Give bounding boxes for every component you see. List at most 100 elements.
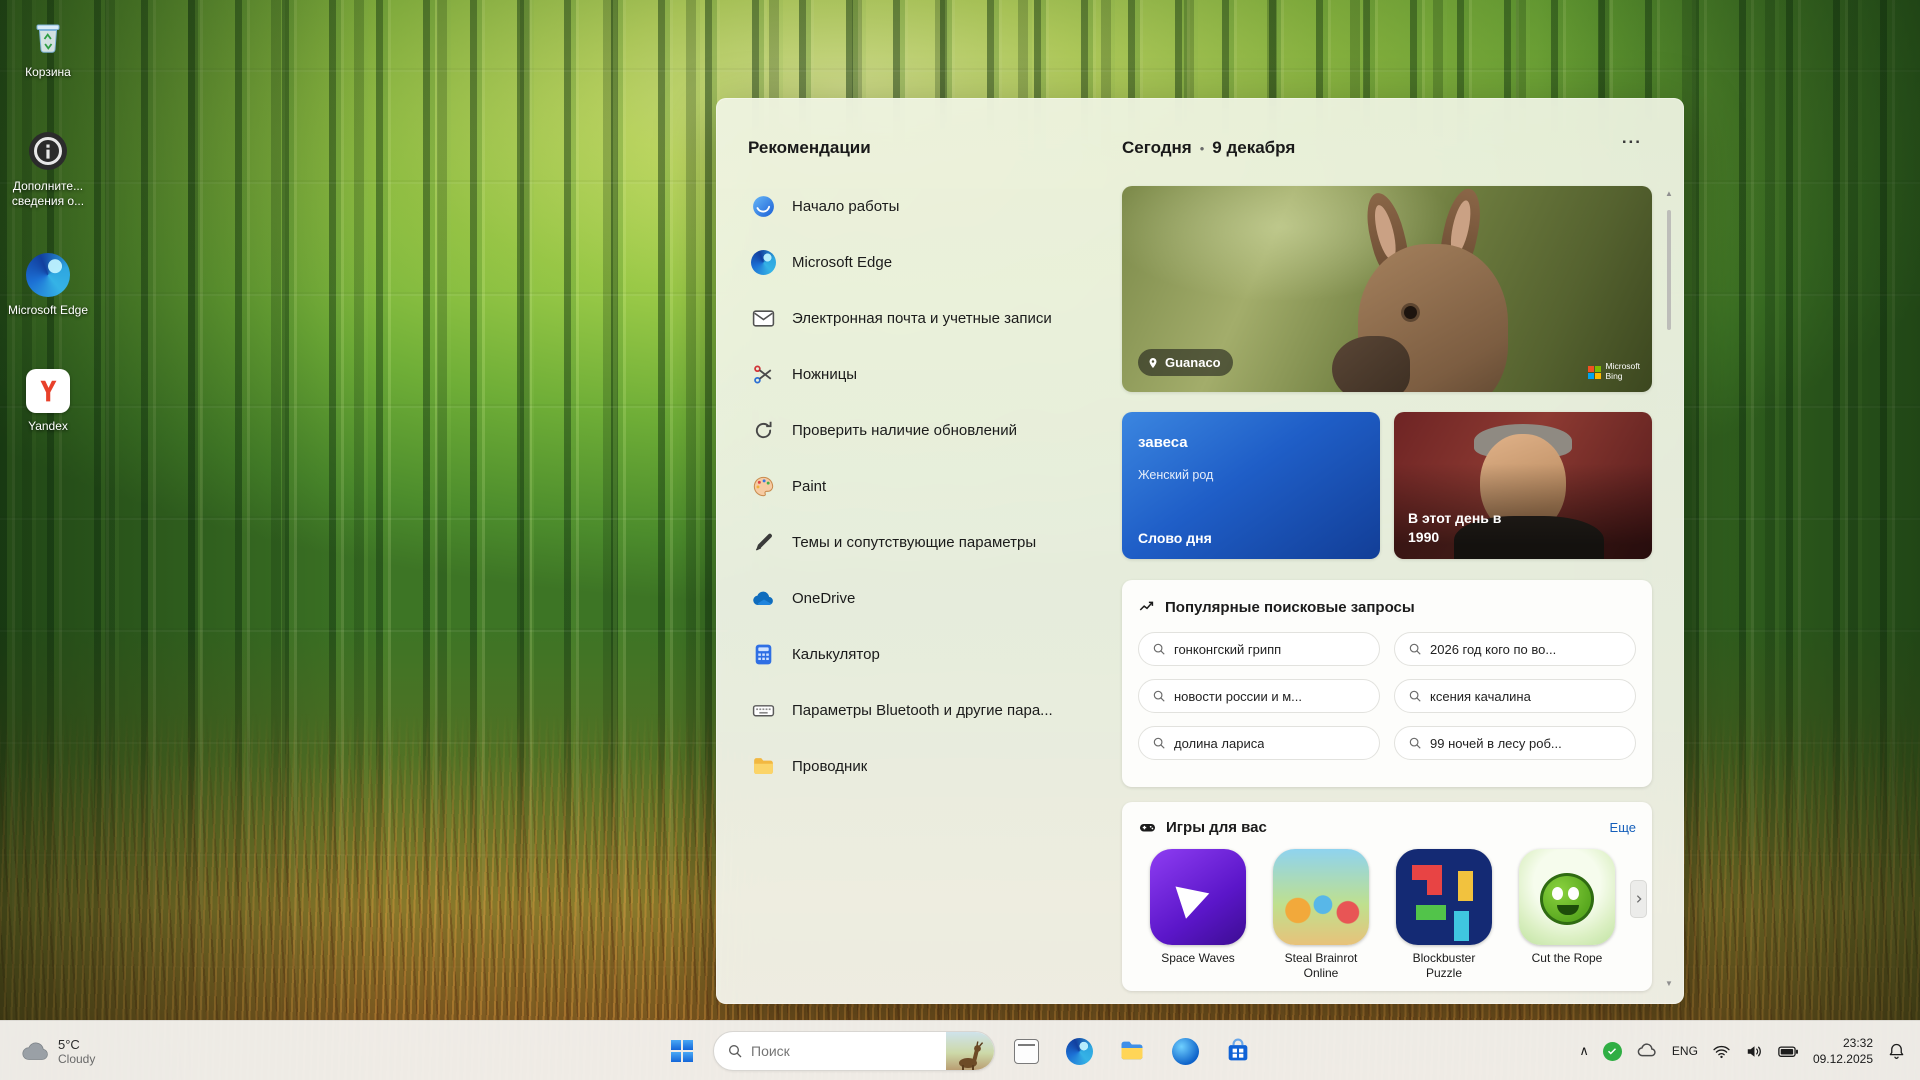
- notification-center-button[interactable]: [1881, 1031, 1912, 1071]
- recommendation-item-snipping-tool[interactable]: Ножницы: [740, 346, 1122, 402]
- recommendation-item-file-explorer[interactable]: Проводник: [740, 738, 1122, 794]
- deer-icon: [950, 1037, 990, 1071]
- game-tile-cut-the-rope[interactable]: Cut the Rope: [1519, 849, 1615, 981]
- recommendation-item-onedrive[interactable]: OneDrive: [740, 570, 1122, 626]
- taskbar-edge[interactable]: [1057, 1029, 1101, 1073]
- game-tile-space-waves[interactable]: Space Waves: [1150, 849, 1246, 981]
- trending-searches-card: Популярные поисковые запросы гонконгский…: [1122, 580, 1652, 787]
- tray-security-app[interactable]: [1597, 1031, 1628, 1071]
- start-panel: Рекомендации Начало работы Microsoft Edg…: [716, 98, 1684, 1004]
- weather-widget[interactable]: 5°C Cloudy: [10, 1021, 105, 1080]
- cut-the-rope-art: [1519, 849, 1615, 945]
- trending-query-button[interactable]: долина лариса: [1138, 726, 1380, 760]
- today-date: 9 декабря: [1212, 138, 1295, 157]
- recommendation-item-calculator[interactable]: Калькулятор: [740, 626, 1122, 682]
- recommendation-item-mail-accounts[interactable]: Электронная почта и учетные записи: [740, 290, 1122, 346]
- battery-icon: [1778, 1042, 1799, 1061]
- search-daily-image[interactable]: [946, 1031, 994, 1071]
- language-switcher[interactable]: ENG: [1666, 1031, 1704, 1071]
- game-title: Blockbuster Puzzle: [1396, 951, 1492, 981]
- recommendation-item-getting-started[interactable]: Начало работы: [740, 178, 1122, 234]
- desktop-icon-more-info[interactable]: Дополните... сведения о...: [2, 128, 94, 209]
- trending-icon: [1138, 598, 1156, 616]
- file-explorer-icon: [1118, 1037, 1146, 1065]
- microsoft-logo-icon: [1588, 366, 1601, 379]
- security-shield-icon: [1603, 1042, 1622, 1061]
- search-icon: [1408, 689, 1422, 703]
- app-window-icon: [1014, 1039, 1039, 1064]
- trending-queries: гонконгский грипп 2026 год кого по во...…: [1138, 632, 1636, 760]
- onedrive-icon: [750, 585, 776, 611]
- word-of-day-card[interactable]: завеса Женский род Слово дня: [1122, 412, 1380, 559]
- recommendation-label: Начало работы: [792, 198, 899, 215]
- bell-icon: [1887, 1042, 1906, 1061]
- search-icon: [1408, 736, 1422, 750]
- trending-query-button[interactable]: новости россии и м...: [1138, 679, 1380, 713]
- taskbar-browser[interactable]: [1163, 1029, 1207, 1073]
- taskbar-file-explorer[interactable]: [1110, 1029, 1154, 1073]
- tray-onedrive[interactable]: [1630, 1031, 1664, 1071]
- recommendation-label: Электронная почта и учетные записи: [792, 310, 1052, 327]
- taskbar-app-window[interactable]: [1004, 1029, 1048, 1073]
- edge-icon: [750, 249, 776, 275]
- taskbar-store[interactable]: [1216, 1029, 1260, 1073]
- daily-image-card[interactable]: Guanaco Microsoft Bing: [1122, 186, 1652, 392]
- recommendation-item-check-updates[interactable]: Проверить наличие обновлений: [740, 402, 1122, 458]
- recommendation-label: Проверить наличие обновлений: [792, 422, 1017, 439]
- weather-condition: Cloudy: [58, 1052, 95, 1066]
- widgets-scrollbar: ▲ ▼: [1662, 186, 1676, 990]
- recommendation-item-bluetooth-settings[interactable]: Параметры Bluetooth и другие пара...: [740, 682, 1122, 738]
- volume-button[interactable]: [1739, 1031, 1770, 1071]
- today-menu-button[interactable]: ...: [1622, 128, 1642, 148]
- scrollbar-thumb[interactable]: [1667, 210, 1671, 330]
- scroll-down-button[interactable]: ▼: [1662, 976, 1676, 990]
- desktop-icon-label: Корзина: [25, 65, 71, 80]
- query-label: 2026 год кого по во...: [1430, 642, 1556, 657]
- browser-icon: [1172, 1038, 1199, 1065]
- wifi-icon: [1712, 1042, 1731, 1061]
- word-of-day-caption: Слово дня: [1138, 530, 1212, 546]
- trending-query-button[interactable]: ксения качалина: [1394, 679, 1636, 713]
- recommendation-item-themes[interactable]: Темы и сопутствующие параметры: [740, 514, 1122, 570]
- speaker-icon: [1745, 1042, 1764, 1061]
- tray-time: 23:32: [1813, 1035, 1873, 1051]
- chevron-right-icon: [1634, 894, 1644, 904]
- search-input[interactable]: [751, 1043, 938, 1059]
- desktop-icon-edge[interactable]: Microsoft Edge: [2, 252, 94, 318]
- today-separator: •: [1200, 141, 1205, 156]
- game-tile-steal-brainrot[interactable]: Steal Brainrot Online: [1273, 849, 1369, 981]
- game-tile-blockbuster-puzzle[interactable]: Blockbuster Puzzle: [1396, 849, 1492, 981]
- trending-query-button[interactable]: 99 ночей в лесу роб...: [1394, 726, 1636, 760]
- trending-query-button[interactable]: 2026 год кого по во...: [1394, 632, 1636, 666]
- location-label: Guanaco: [1165, 355, 1221, 370]
- desktop-icon-yandex[interactable]: Yandex: [2, 368, 94, 434]
- trending-query-button[interactable]: гонконгский грипп: [1138, 632, 1380, 666]
- query-label: гонконгский грипп: [1174, 642, 1281, 657]
- bing-brand: Microsoft Bing: [1588, 362, 1640, 382]
- network-button[interactable]: [1706, 1031, 1737, 1071]
- guanaco-eye: [1404, 306, 1417, 319]
- on-this-day-card[interactable]: В этот день в 1990: [1394, 412, 1652, 559]
- recommendation-item-edge[interactable]: Microsoft Edge: [740, 234, 1122, 290]
- clock-button[interactable]: 23:32 09.12.2025: [1807, 1031, 1879, 1071]
- location-badge: Guanaco: [1138, 349, 1233, 376]
- query-label: ксения качалина: [1430, 689, 1531, 704]
- trending-title: Популярные поисковые запросы: [1165, 599, 1415, 616]
- desktop-icon-recycle-bin[interactable]: Корзина: [2, 14, 94, 80]
- battery-button[interactable]: [1772, 1031, 1805, 1071]
- edge-icon: [1066, 1038, 1093, 1065]
- start-button[interactable]: [660, 1029, 704, 1073]
- query-label: новости россии и м...: [1174, 689, 1302, 704]
- calculator-icon: [750, 641, 776, 667]
- games-scroll-right-button[interactable]: [1630, 880, 1647, 918]
- game-title: Steal Brainrot Online: [1273, 951, 1369, 981]
- scroll-up-button[interactable]: ▲: [1662, 186, 1676, 200]
- recommendation-item-paint[interactable]: Paint: [740, 458, 1122, 514]
- tray-overflow-button[interactable]: ∧: [1573, 1031, 1595, 1071]
- taskbar-center: [660, 1021, 1260, 1080]
- space-waves-art: [1150, 849, 1246, 945]
- taskbar-search-box[interactable]: [713, 1031, 995, 1071]
- yandex-icon: [25, 368, 71, 414]
- games-more-link[interactable]: Еще: [1610, 820, 1636, 835]
- guanaco-muzzle: [1332, 336, 1410, 392]
